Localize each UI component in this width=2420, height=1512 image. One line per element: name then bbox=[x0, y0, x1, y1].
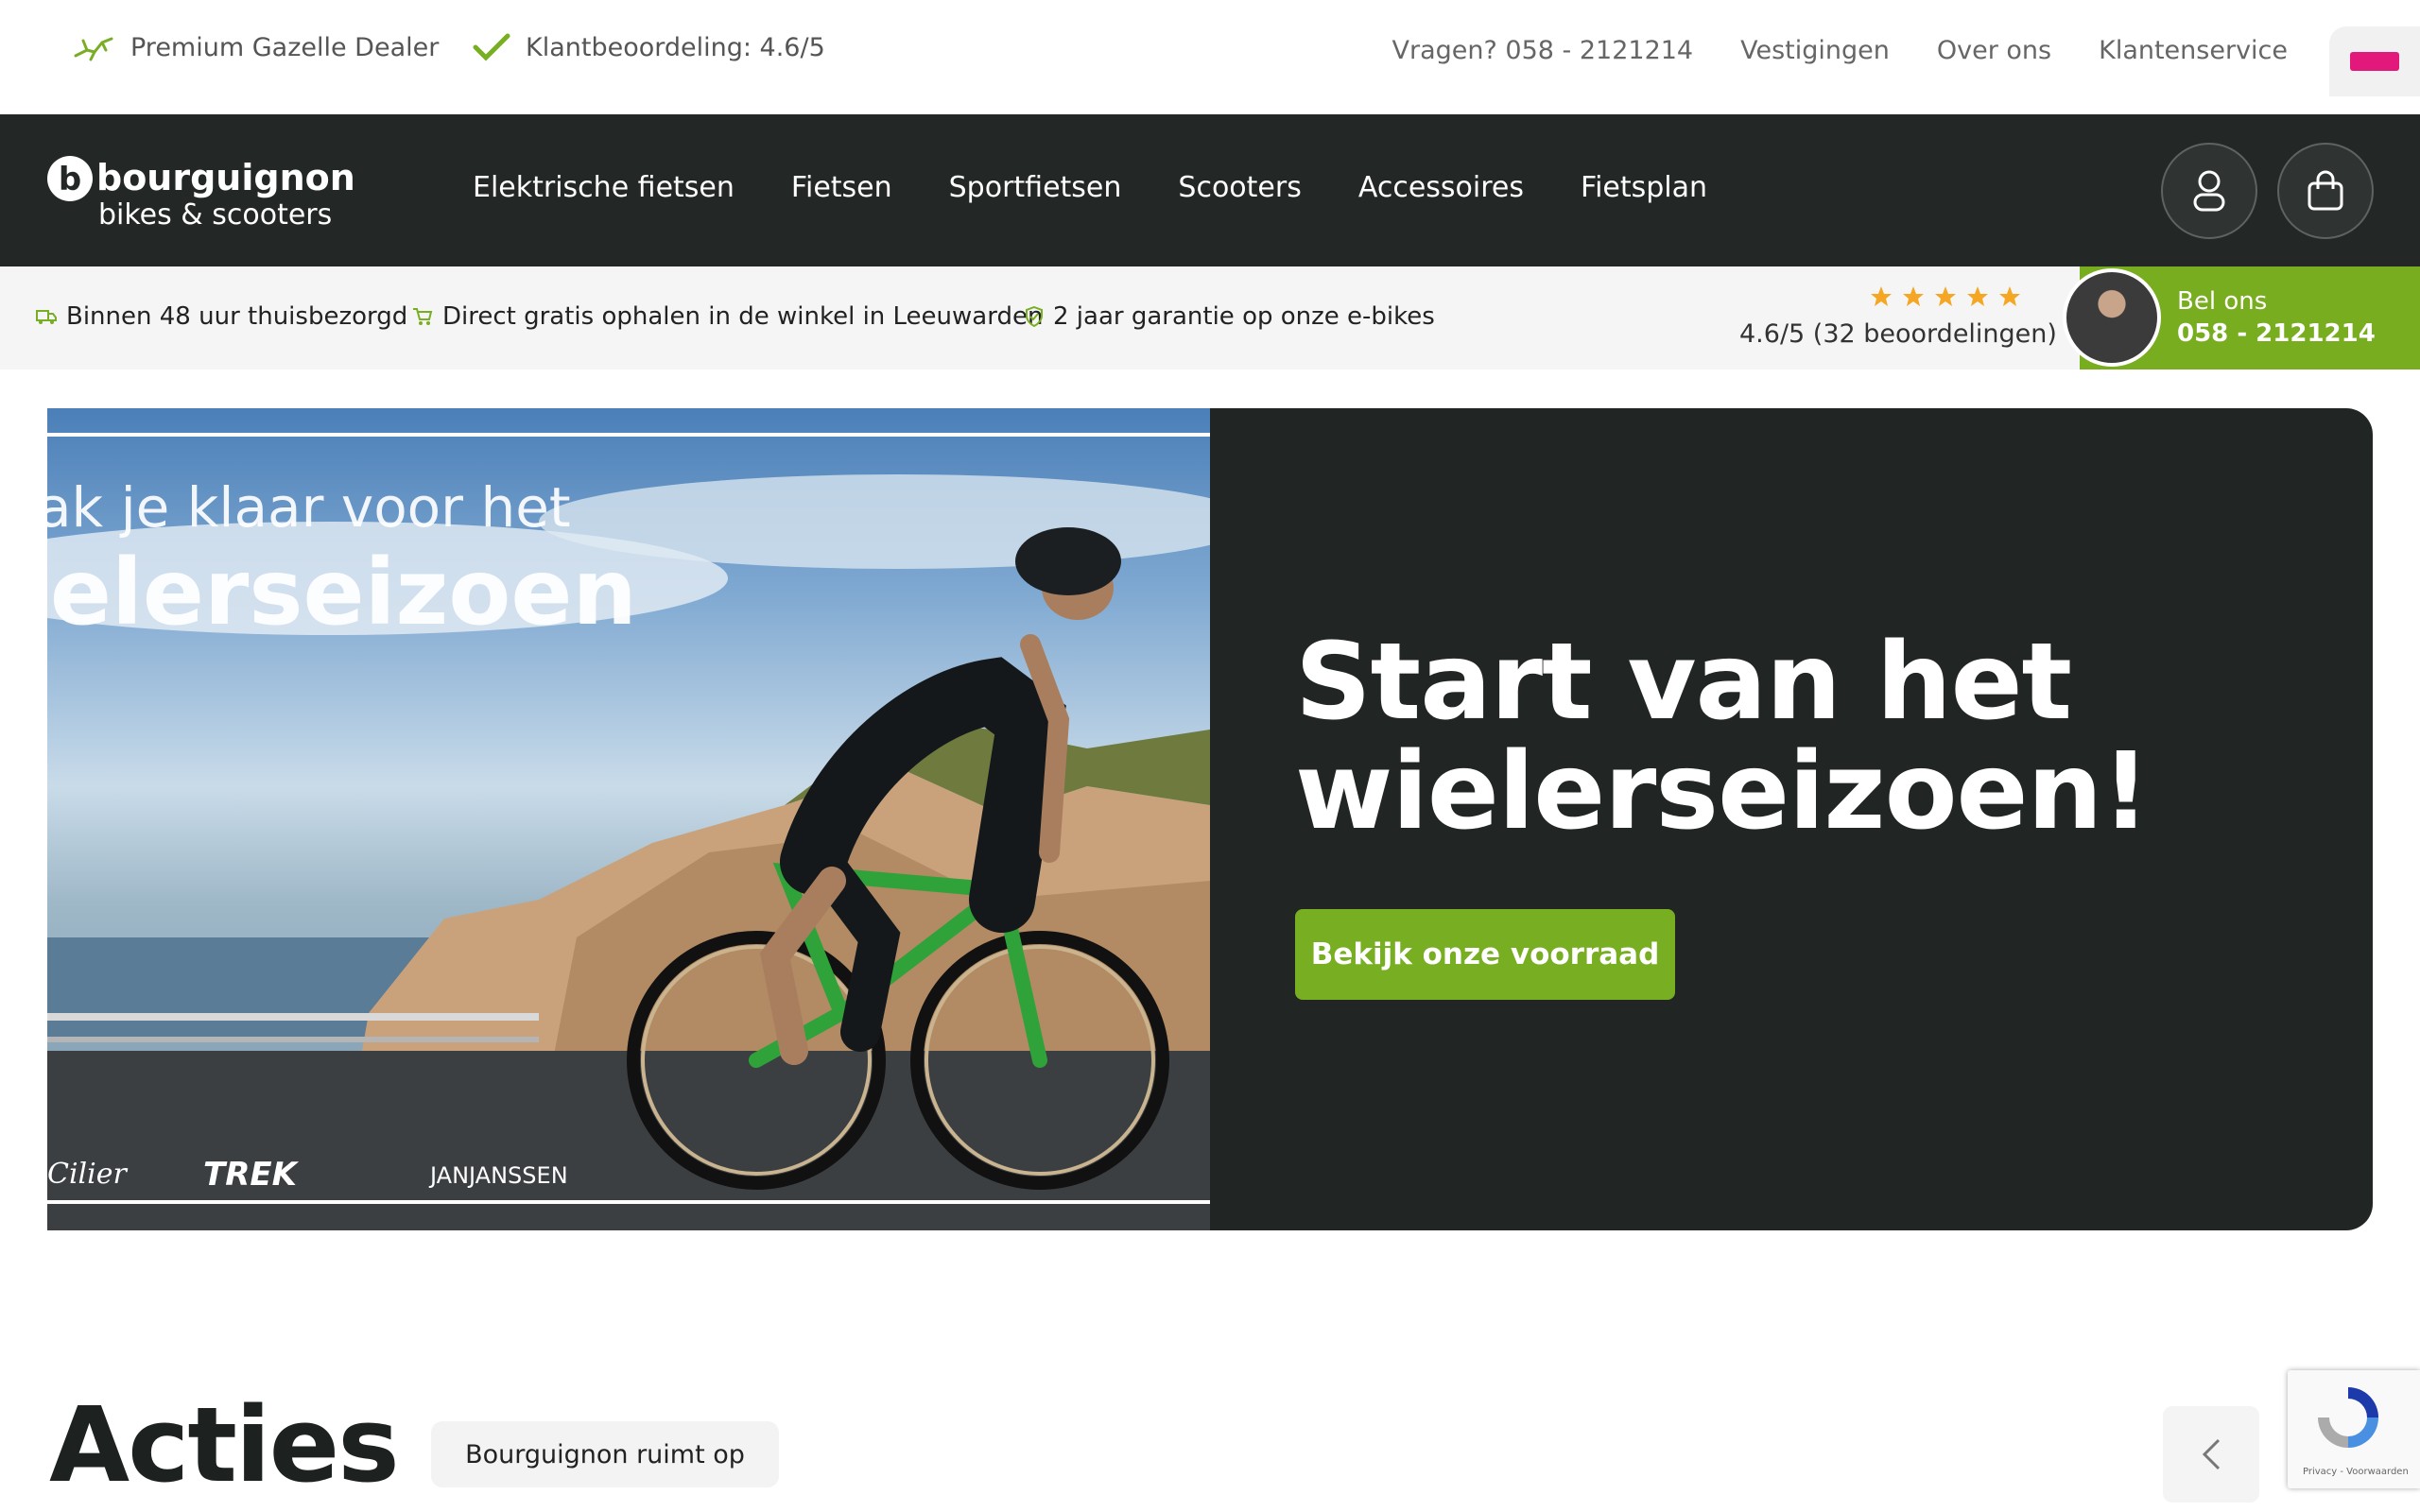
link-contact-phone[interactable]: Vragen? 058 - 2121214 bbox=[1392, 36, 1694, 65]
keurmerk-logo bbox=[2350, 52, 2399, 71]
hero-title-line-1: Start van het bbox=[1295, 621, 2072, 744]
brand-logo[interactable]: b bourguignon bikes & scooters bbox=[47, 154, 388, 230]
user-icon bbox=[2193, 170, 2225, 212]
svg-text:JANJANSSEN: JANJANSSEN bbox=[428, 1162, 568, 1189]
link-vestigingen[interactable]: Vestigingen bbox=[1740, 36, 1890, 65]
svg-text:bikes & scooters: bikes & scooters bbox=[98, 198, 332, 230]
top-links: Vragen? 058 - 2121214 Vestigingen Over o… bbox=[1392, 36, 2288, 65]
checkmark-icon bbox=[473, 33, 510, 61]
recaptcha-caption: Privacy - Voorwaarden bbox=[2303, 1467, 2409, 1477]
svg-text:b: b bbox=[59, 161, 81, 198]
chevron-left-icon bbox=[2202, 1438, 2221, 1470]
svg-text:ieler­seizoen: ieler­seizoen bbox=[47, 540, 637, 645]
gazelle-icon bbox=[74, 37, 113, 61]
svg-text:ak je klaar voor het: ak je klaar voor het bbox=[47, 475, 571, 540]
cart-button[interactable] bbox=[2277, 143, 2374, 239]
nav-accessoires[interactable]: Accessoires bbox=[1358, 171, 1524, 204]
nav-links: Elektrische fietsen Fietsen Sportfietsen… bbox=[473, 171, 1707, 204]
carousel-prev-button[interactable] bbox=[2163, 1406, 2259, 1503]
link-klantenservice[interactable]: Klantenservice bbox=[2099, 36, 2288, 65]
staff-avatar bbox=[2063, 268, 2161, 367]
rating-stars bbox=[1870, 285, 2021, 308]
star-icon bbox=[1999, 286, 2020, 306]
svg-text:Cilier: Cilier bbox=[47, 1158, 128, 1191]
call-label: Bel ons bbox=[2177, 287, 2268, 316]
account-button[interactable] bbox=[2161, 143, 2257, 239]
usp-rating: Klantbeoordeling: 4.6/5 bbox=[473, 28, 825, 66]
filter-pill-bourguignon-ruimt-op[interactable]: Bourguignon ruimt op bbox=[431, 1421, 779, 1487]
usp-rating-label: Klantbeoordeling: 4.6/5 bbox=[526, 32, 825, 62]
road-cyclist-illustration: ak je klaar voor het ieler­seizoen Cilie… bbox=[47, 433, 1210, 1230]
svg-text:TREK: TREK bbox=[203, 1156, 300, 1194]
link-over-ons[interactable]: Over ons bbox=[1937, 36, 2051, 65]
usp-pickup: Direct gratis ophalen in de winkel in Le… bbox=[412, 302, 1043, 331]
hero-banner: ak je klaar voor het ieler­seizoen Cilie… bbox=[47, 408, 2373, 1230]
call-us-box[interactable]: Bel ons 058 - 2121214 bbox=[2063, 266, 2420, 369]
truck-icon bbox=[36, 310, 57, 324]
star-icon bbox=[1935, 286, 1956, 306]
nav-elektrische-fietsen[interactable]: Elektrische fietsen bbox=[473, 171, 735, 204]
recaptcha-icon bbox=[2318, 1387, 2378, 1448]
top-utility-bar: Premium Gazelle Dealer Klantbeoordeling:… bbox=[0, 0, 2420, 114]
hero-image[interactable]: ak je klaar voor het ieler­seizoen Cilie… bbox=[47, 408, 1210, 1230]
hero-title-line-2: wielerseizoen! bbox=[1295, 730, 2150, 853]
usp-warranty-label: 2 jaar garantie op onze e-bikes bbox=[1053, 302, 1435, 331]
star-icon bbox=[1871, 286, 1892, 306]
svg-text:bourguignon: bourguignon bbox=[96, 157, 355, 198]
rating-summary[interactable]: 4.6/5 (32 beoordelingen) bbox=[1739, 319, 2057, 349]
usp-delivery-label: Binnen 48 uur thuisbezorgd bbox=[66, 302, 408, 331]
usp-gazelle-label: Premium Gazelle Dealer bbox=[130, 32, 440, 62]
webshop-keurmerk-badge[interactable] bbox=[2329, 26, 2420, 96]
nav-fietsen[interactable]: Fietsen bbox=[791, 171, 892, 204]
call-number: 058 - 2121214 bbox=[2177, 319, 2376, 348]
view-stock-button[interactable]: Bekijk onze voorraad bbox=[1295, 909, 1675, 1000]
usp-gazelle: Premium Gazelle Dealer bbox=[74, 28, 439, 66]
star-icon bbox=[1967, 286, 1988, 306]
cart-icon bbox=[413, 308, 433, 325]
star-icon bbox=[1903, 286, 1924, 306]
usp-warranty: 2 jaar garantie op onze e-bikes bbox=[1025, 302, 1435, 331]
nav-scooters[interactable]: Scooters bbox=[1178, 171, 1301, 204]
usp-strip: Binnen 48 uur thuisbezorgd Direct gratis… bbox=[0, 266, 2420, 369]
usp-pickup-label: Direct gratis ophalen in de winkel in Le… bbox=[442, 302, 1044, 331]
shopping-bag-icon bbox=[2308, 170, 2343, 211]
hero-title: Start van het wielerseizoen! bbox=[1295, 621, 2150, 853]
section-title-acties: Acties bbox=[49, 1384, 400, 1505]
usp-delivery: Binnen 48 uur thuisbezorgd bbox=[36, 302, 407, 331]
main-navigation: b bourguignon bikes & scooters Elektrisc… bbox=[0, 114, 2420, 266]
nav-fietsplan[interactable]: Fietsplan bbox=[1581, 171, 1707, 204]
shield-icon bbox=[1026, 306, 1043, 327]
nav-sportfietsen[interactable]: Sportfietsen bbox=[949, 171, 1122, 204]
recaptcha-badge[interactable]: Privacy - Voorwaarden bbox=[2288, 1370, 2420, 1488]
